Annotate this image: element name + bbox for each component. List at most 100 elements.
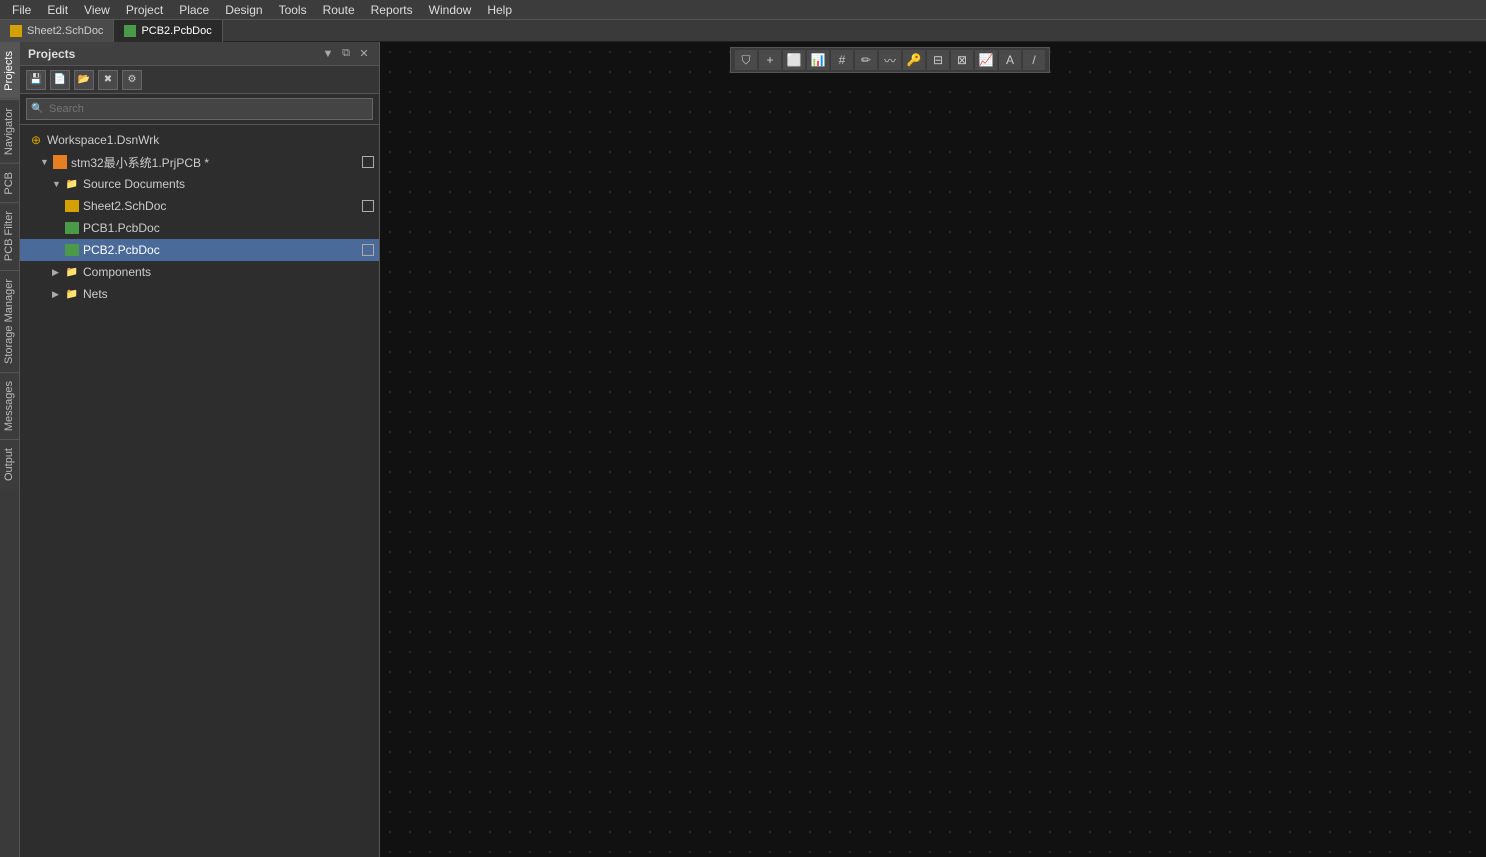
close-project-button[interactable]: ✖ (98, 70, 118, 90)
vtab-messages[interactable]: Messages (0, 372, 19, 439)
rt-wave-button[interactable]: 〰 (879, 50, 901, 70)
save-icon: 💾 (30, 74, 42, 85)
menu-reports[interactable]: Reports (363, 1, 421, 19)
grid-icon: # (839, 53, 846, 67)
line-icon: / (1032, 53, 1035, 67)
key-icon: 🔑 (907, 53, 922, 67)
rt-grid-button[interactable]: # (831, 50, 853, 70)
file-sheet2-schdoc[interactable]: Sheet2.SchDoc (20, 195, 379, 217)
project-dirty-indicator (361, 155, 375, 169)
pcb-tab-icon (124, 25, 136, 37)
sheet2-dirty-icon (361, 199, 375, 213)
nets-label: Nets (83, 287, 379, 301)
rt-box-button[interactable]: ⊟ (927, 50, 949, 70)
rt-pencil-button[interactable]: ✏ (855, 50, 877, 70)
file-pcb2-pcbdoc[interactable]: PCB2.PcbDoc (20, 239, 379, 261)
settings-button[interactable]: ⚙ (122, 70, 142, 90)
save-project-button[interactable]: 💾 (26, 70, 46, 90)
projects-panel: Projects ▼ ⧉ ✕ 💾 📄 📂 ✖ ⚙ (20, 42, 380, 857)
close-icon: ✖ (104, 74, 112, 85)
search-wrap (26, 98, 373, 120)
projects-toolbar: 💾 📄 📂 ✖ ⚙ (20, 66, 379, 94)
open-project-button[interactable]: 📂 (74, 70, 94, 90)
rt-key-button[interactable]: 🔑 (903, 50, 925, 70)
sch-file-icon (64, 199, 80, 213)
project-label: stm32最小系统1.PrjPCB * (71, 154, 361, 171)
rt-filter-button[interactable]: ⛉ (735, 50, 757, 70)
source-docs-collapse-arrow[interactable]: ▼ (52, 179, 64, 189)
projects-header: Projects ▼ ⧉ ✕ (20, 42, 379, 66)
rt-cross-button[interactable]: ⊠ (951, 50, 973, 70)
projects-panel-title: Projects (28, 47, 75, 61)
rect-icon: ⬜ (787, 53, 802, 67)
new-doc-icon: 📄 (54, 74, 66, 85)
tab-label-pcb2: PCB2.PcbDoc (141, 25, 211, 37)
vtab-projects[interactable]: Projects (0, 42, 19, 99)
tab-bar: Sheet2.SchDoc PCB2.PcbDoc (0, 20, 1486, 42)
vtab-output[interactable]: Output (0, 439, 19, 489)
main-layout: Projects Navigator PCB PCB Filter Storag… (0, 42, 1486, 857)
tab-sheet2-schdoc[interactable]: Sheet2.SchDoc (0, 20, 114, 42)
vtab-pcb[interactable]: PCB (0, 163, 19, 203)
components-collapse-arrow[interactable]: ▶ (52, 267, 64, 278)
rt-linechart-button[interactable]: 📈 (975, 50, 997, 70)
vtab-storage-manager[interactable]: Storage Manager (0, 270, 19, 372)
plus-icon: + (766, 53, 773, 67)
menu-edit[interactable]: Edit (39, 1, 76, 19)
workspace-item[interactable]: ⊕ Workspace1.DsnWrk (20, 129, 379, 151)
panel-pin-button[interactable]: ▼ (321, 47, 335, 61)
source-documents-folder[interactable]: ▼ 📁 Source Documents (20, 173, 379, 195)
file-pcb1-pcbdoc[interactable]: PCB1.PcbDoc (20, 217, 379, 239)
rt-text-button[interactable]: A (999, 50, 1021, 70)
components-folder-icon: 📁 (64, 265, 80, 279)
rt-rect-button[interactable]: ⬜ (783, 50, 805, 70)
file-label-pcb1: PCB1.PcbDoc (83, 221, 379, 235)
vtab-navigator[interactable]: Navigator (0, 99, 19, 163)
project-collapse-arrow[interactable]: ▼ (40, 157, 52, 167)
search-input[interactable] (26, 98, 373, 120)
vtab-pcb-filter[interactable]: PCB Filter (0, 202, 19, 269)
pencil-icon: ✏ (861, 53, 871, 67)
cross-icon: ⊠ (957, 53, 967, 67)
line-chart-icon: 📈 (979, 53, 994, 67)
workspace-icon: ⊕ (28, 133, 44, 147)
tab-pcb2-pcbdoc[interactable]: PCB2.PcbDoc (114, 20, 222, 42)
source-documents-label: Source Documents (83, 177, 379, 191)
sch-tab-icon (10, 25, 22, 37)
canvas-dots (380, 42, 1486, 857)
nets-folder[interactable]: ▶ 📁 Nets (20, 283, 379, 305)
panel-float-button[interactable]: ⧉ (339, 47, 353, 61)
menu-window[interactable]: Window (421, 1, 480, 19)
search-row (20, 94, 379, 125)
pcb1-file-icon (64, 221, 80, 235)
rt-add-button[interactable]: + (759, 50, 781, 70)
menu-tools[interactable]: Tools (271, 1, 315, 19)
rt-line-button[interactable]: / (1023, 50, 1045, 70)
menu-file[interactable]: File (4, 1, 39, 19)
right-toolbar: ⛉ + ⬜ 📊 # ✏ 〰 🔑 ⊟ ⊠ 📈 A / (730, 47, 1050, 73)
left-tabs: Projects Navigator PCB PCB Filter Storag… (0, 42, 20, 857)
menu-view[interactable]: View (76, 1, 118, 19)
new-project-button[interactable]: 📄 (50, 70, 70, 90)
tab-label-sheet2: Sheet2.SchDoc (27, 25, 103, 37)
nets-collapse-arrow[interactable]: ▶ (52, 289, 64, 300)
menu-place[interactable]: Place (171, 1, 217, 19)
file-label-sheet2: Sheet2.SchDoc (83, 199, 361, 213)
bar-chart-icon: 📊 (811, 53, 826, 67)
workspace-label: Workspace1.DsnWrk (47, 133, 379, 147)
rt-chart-button[interactable]: 📊 (807, 50, 829, 70)
components-folder[interactable]: ▶ 📁 Components (20, 261, 379, 283)
components-label: Components (83, 265, 379, 279)
menu-project[interactable]: Project (118, 1, 171, 19)
canvas-area[interactable]: ⛉ + ⬜ 📊 # ✏ 〰 🔑 ⊟ ⊠ 📈 A / (380, 42, 1486, 857)
gear-icon: ⚙ (128, 74, 137, 85)
menu-design[interactable]: Design (217, 1, 270, 19)
panel-close-button[interactable]: ✕ (357, 47, 371, 61)
menu-bar: File Edit View Project Place Design Tool… (0, 0, 1486, 20)
pcb2-file-icon (64, 243, 80, 257)
project-item[interactable]: ▼ stm32最小系统1.PrjPCB * (20, 151, 379, 173)
menu-help[interactable]: Help (479, 1, 520, 19)
wave-icon: 〰 (884, 52, 896, 69)
menu-route[interactable]: Route (315, 1, 363, 19)
folder-icon: 📁 (64, 177, 80, 191)
